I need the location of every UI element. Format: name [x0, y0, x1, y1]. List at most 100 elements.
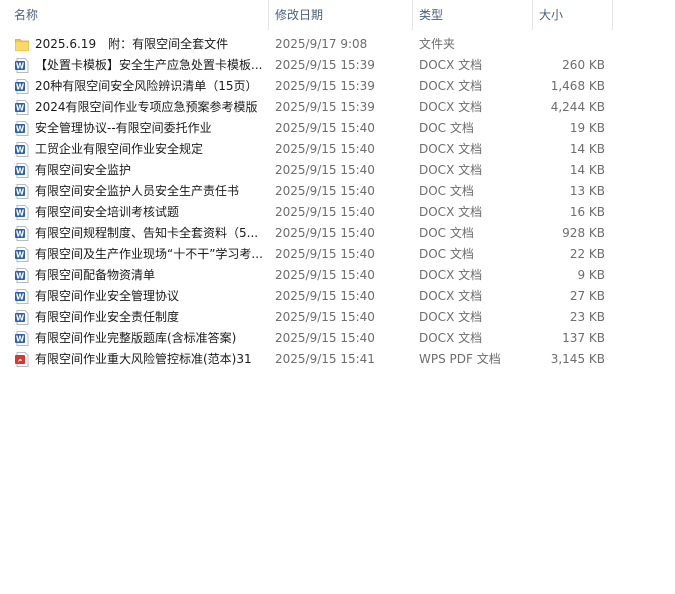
file-modified-date: 2025/9/15 15:40 — [275, 226, 375, 240]
column-header-date[interactable]: 修改日期 — [275, 0, 412, 30]
word-icon: W — [15, 184, 29, 199]
file-size — [535, 34, 605, 55]
svg-text:W: W — [16, 313, 25, 322]
svg-text:W: W — [16, 208, 25, 217]
file-name: 20种有限空间安全风险辨识清单（15页） — [35, 79, 258, 93]
file-name: 有限空间作业安全管理协议 — [35, 289, 180, 303]
file-row[interactable]: W 有限空间作业安全管理协议 2025/9/15 15:40 DOCX 文档 27 K… — [0, 286, 620, 307]
file-size: 19 KB — [569, 121, 605, 135]
file-modified-date: 2025/9/15 15:40 — [275, 121, 375, 135]
file-name: 有限空间作业完整版题库(含标准答案) — [35, 331, 237, 345]
file-size: 137 KB — [562, 331, 605, 345]
word-icon: W — [15, 310, 29, 325]
file-size: 14 KB — [569, 142, 605, 156]
file-size: 27 KB — [569, 289, 605, 303]
word-icon: W — [15, 142, 29, 157]
file-name: 有限空间安全培训考核试题 — [35, 205, 180, 219]
file-type: DOC 文档 — [419, 226, 474, 240]
file-row[interactable]: W 有限空间及生产作业现场“十不干”学习考... 2025/9/15 15:40 D… — [0, 244, 620, 265]
word-icon: W — [15, 58, 29, 73]
column-header-type-label: 类型 — [419, 8, 444, 22]
file-row[interactable]: W 有限空间配备物资清单 2025/9/15 15:40 DOCX 文档 9 KB — [0, 265, 620, 286]
file-type: 文件夹 — [419, 37, 456, 51]
file-modified-date: 2025/9/15 15:40 — [275, 163, 375, 177]
file-type: DOCX 文档 — [419, 289, 483, 303]
svg-text:W: W — [16, 124, 25, 133]
sort-ascending-icon: ˄ — [131, 0, 136, 8]
file-row[interactable]: W 【处置卡模板】安全生产应急处置卡模板... 2025/9/15 15:39 DO… — [0, 55, 620, 76]
file-row[interactable]: W 有限空间安全培训考核试题 2025/9/15 15:40 DOCX 文档 16 K… — [0, 202, 620, 223]
file-type: DOCX 文档 — [419, 268, 483, 282]
column-header-type[interactable]: 类型 — [419, 0, 532, 30]
svg-text:W: W — [16, 103, 25, 112]
word-icon: W — [15, 121, 29, 136]
word-icon: W — [15, 205, 29, 220]
file-modified-date: 2025/9/15 15:40 — [275, 184, 375, 198]
column-header-name-label: 名称 — [14, 8, 39, 22]
file-row[interactable]: W 有限空间规程制度、告知卡全套资料（5... 2025/9/15 15:40 DO… — [0, 223, 620, 244]
svg-text:W: W — [16, 292, 25, 301]
file-modified-date: 2025/9/15 15:40 — [275, 331, 375, 345]
file-size: 3,145 KB — [550, 352, 605, 366]
file-name: 有限空间配备物资清单 — [35, 268, 156, 282]
file-modified-date: 2025/9/15 15:40 — [275, 247, 375, 261]
file-row[interactable]: W 2024有限空间作业专项应急预案参考模版 2025/9/15 15:39 DOC… — [0, 97, 620, 118]
file-type: DOCX 文档 — [419, 331, 483, 345]
file-modified-date: 2025/9/15 15:40 — [275, 142, 375, 156]
column-header-name[interactable]: 名称 — [14, 0, 268, 30]
file-size: 16 KB — [569, 205, 605, 219]
file-size: 14 KB — [569, 163, 605, 177]
file-size: 260 KB — [562, 58, 605, 72]
file-row[interactable]: W 有限空间安全监护 2025/9/15 15:40 DOCX 文档 14 KB — [0, 160, 620, 181]
file-name: 有限空间安全监护人员安全生产责任书 — [35, 184, 240, 198]
column-header-date-label: 修改日期 — [275, 8, 324, 22]
file-type: WPS PDF 文档 — [419, 352, 501, 366]
file-row[interactable]: W 安全管理协议--有限空间委托作业 2025/9/15 15:40 DOC 文档 1… — [0, 118, 620, 139]
file-modified-date: 2025/9/15 15:41 — [275, 352, 375, 366]
file-size: 928 KB — [562, 226, 605, 240]
svg-text:W: W — [16, 271, 25, 280]
file-type: DOCX 文档 — [419, 58, 483, 72]
file-row[interactable]: 有限空间作业重大风险管控标准(范本)31 2025/9/15 15:41 WPS P… — [0, 349, 620, 370]
word-icon: W — [15, 289, 29, 304]
file-row[interactable]: 2025.6.19 附：有限空间全套文件 2025/9/17 9:08 文件夹 — [0, 34, 620, 55]
file-size: 22 KB — [569, 247, 605, 261]
column-header-size[interactable]: 大小 — [539, 0, 612, 30]
file-modified-date: 2025/9/17 9:08 — [275, 37, 368, 51]
file-size: 23 KB — [569, 310, 605, 324]
column-header-size-label: 大小 — [539, 8, 564, 22]
svg-text:W: W — [16, 145, 25, 154]
file-modified-date: 2025/9/15 15:39 — [275, 58, 375, 72]
folder-icon — [15, 37, 29, 52]
file-name: 安全管理协议--有限空间委托作业 — [35, 121, 212, 135]
file-modified-date: 2025/9/15 15:40 — [275, 289, 375, 303]
file-name: 【处置卡模板】安全生产应急处置卡模板... — [35, 58, 263, 72]
word-icon: W — [15, 226, 29, 241]
file-row[interactable]: W 工贸企业有限空间作业安全规定 2025/9/15 15:40 DOCX 文档 14… — [0, 139, 620, 160]
file-row[interactable]: W 有限空间安全监护人员安全生产责任书 2025/9/15 15:40 DOC 文档… — [0, 181, 620, 202]
file-name: 有限空间及生产作业现场“十不干”学习考... — [35, 247, 263, 261]
file-type: DOC 文档 — [419, 121, 474, 135]
file-name: 有限空间作业重大风险管控标准(范本)31 — [35, 352, 252, 366]
word-icon: W — [15, 100, 29, 115]
file-row[interactable]: W 20种有限空间安全风险辨识清单（15页） 2025/9/15 15:39 DOC… — [0, 76, 620, 97]
svg-text:W: W — [16, 250, 25, 259]
file-row[interactable]: W 有限空间作业完整版题库(含标准答案) 2025/9/15 15:40 DOCX … — [0, 328, 620, 349]
file-size: 13 KB — [569, 184, 605, 198]
svg-text:W: W — [16, 187, 25, 196]
column-divider[interactable] — [268, 0, 269, 30]
file-row[interactable]: W 有限空间作业安全责任制度 2025/9/15 15:40 DOCX 文档 23 K… — [0, 307, 620, 328]
file-type: DOC 文档 — [419, 184, 474, 198]
pdf-icon — [15, 352, 29, 367]
column-divider[interactable] — [532, 0, 533, 30]
word-icon: W — [15, 331, 29, 346]
column-divider[interactable] — [612, 0, 613, 30]
file-type: DOCX 文档 — [419, 142, 483, 156]
file-type: DOCX 文档 — [419, 163, 483, 177]
file-name: 有限空间作业安全责任制度 — [35, 310, 180, 324]
file-name: 有限空间安全监护 — [35, 163, 132, 177]
file-size: 9 KB — [577, 268, 605, 282]
column-divider[interactable] — [412, 0, 413, 30]
word-icon: W — [15, 268, 29, 283]
file-modified-date: 2025/9/15 15:40 — [275, 205, 375, 219]
